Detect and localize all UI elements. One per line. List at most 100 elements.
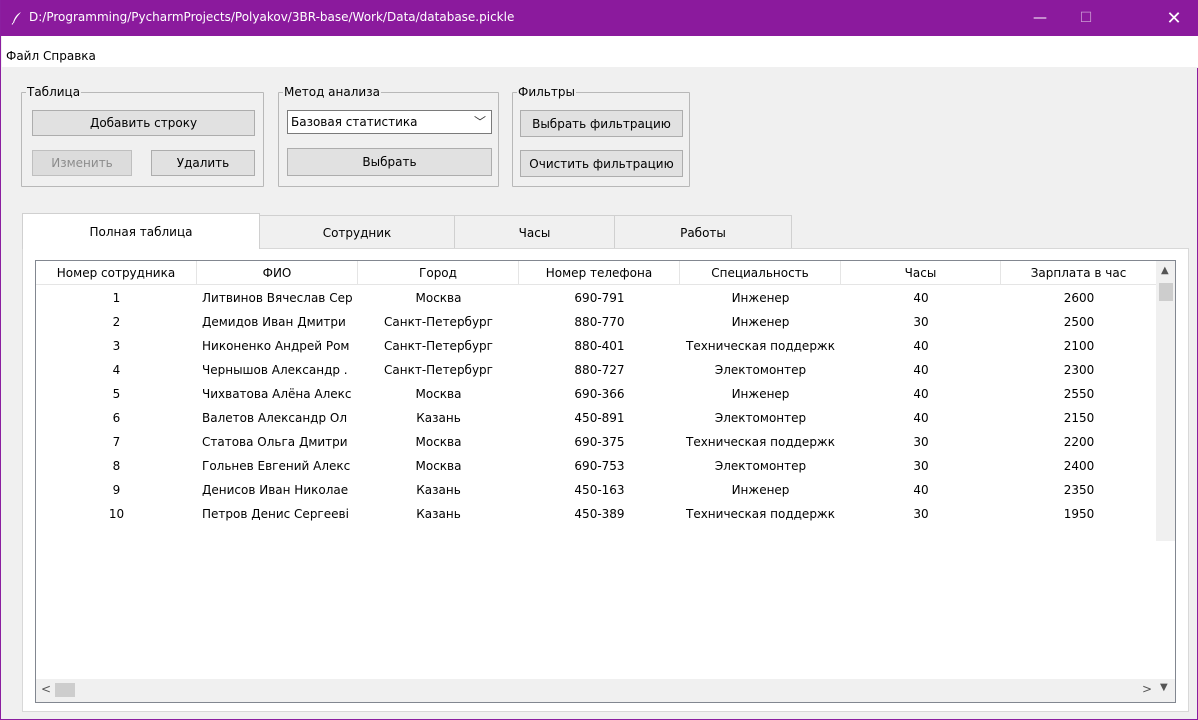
cell-hourly-rate: 2400: [1063, 459, 1095, 473]
filters-group: Фильтры Выбрать фильтрацию Очистить филь…: [512, 85, 690, 187]
filters-group-label: Фильтры: [517, 85, 576, 99]
table-row[interactable]: 5 Чихватова Алёна Алекс Москва 690-366 Инжен…: [36, 382, 1157, 406]
cell-employee-id: 3: [112, 339, 121, 353]
column-header-city[interactable]: Город: [358, 261, 519, 285]
select-method-button[interactable]: Выбрать: [287, 148, 492, 176]
app-window: D:/Programming/PycharmProjects/Polyakov/…: [0, 0, 1198, 720]
choose-filter-button[interactable]: Выбрать фильтрацию: [520, 110, 683, 137]
menu-help[interactable]: Справка: [43, 49, 96, 63]
add-row-button[interactable]: Добавить строку: [32, 110, 255, 136]
analysis-method-select[interactable]: Базовая статистика ﹀: [287, 110, 492, 134]
maximize-button[interactable]: ☐: [1063, 0, 1109, 36]
column-header-phone[interactable]: Номер телефона: [519, 261, 680, 285]
cell-employee-id: 9: [112, 483, 121, 497]
cell-hourly-rate: 1950: [1063, 507, 1095, 521]
edit-button[interactable]: Изменить: [32, 150, 132, 176]
cell-specialty: Техническая поддержк: [685, 339, 835, 353]
cell-name: Денисов Иван Николае: [202, 483, 349, 497]
cell-city: Москва: [415, 459, 462, 473]
cell-city: Санкт-Петербург: [384, 339, 493, 353]
cell-name: Статова Ольга Дмитри: [202, 435, 348, 449]
column-header-name[interactable]: ФИО: [197, 261, 358, 285]
cell-specialty: Электомонтер: [714, 459, 807, 473]
cell-specialty: Техническая поддержк: [685, 435, 835, 449]
cell-hours: 40: [913, 387, 929, 401]
table-row[interactable]: 2 Демидов Иван Дмитри Санкт-Петербург 880-7…: [36, 310, 1157, 334]
cell-phone: 450-163: [574, 483, 625, 497]
cell-phone: 880-401: [574, 339, 625, 353]
horizontal-scroll-thumb[interactable]: [55, 683, 75, 697]
cell-hourly-rate: 2200: [1063, 435, 1095, 449]
cell-name: Чернышов Александр .: [202, 363, 348, 377]
table-row[interactable]: 1 Литвинов Вячеслав Сер Москва 690-791 Инжен…: [36, 286, 1157, 310]
delete-button[interactable]: Удалить: [151, 150, 255, 176]
tab-employee[interactable]: Сотрудник: [259, 215, 455, 249]
cell-employee-id: 10: [108, 507, 125, 521]
cell-name: Петров Денис Сергееві: [202, 507, 349, 521]
table-row[interactable]: 3 Никоненко Андрей Ром Санкт-Петербург 880-…: [36, 334, 1157, 358]
scroll-left-icon[interactable]: <: [41, 682, 51, 696]
cell-phone: 880-727: [574, 363, 625, 377]
column-header-employee-id[interactable]: Номер сотрудника: [36, 261, 197, 285]
cell-specialty: Электомонтер: [714, 411, 807, 425]
table-row[interactable]: 6 Валетов Александр Ол Казань 450-891 Электо…: [36, 406, 1157, 430]
tab-works[interactable]: Работы: [614, 215, 792, 249]
cell-name: Никоненко Андрей Ром: [202, 339, 350, 353]
clear-filter-button[interactable]: Очистить фильтрацию: [520, 150, 683, 177]
window-title: D:/Programming/PycharmProjects/Polyakov/…: [29, 10, 515, 24]
cell-employee-id: 5: [112, 387, 121, 401]
cell-name: Литвинов Вячеслав Сер: [202, 291, 353, 305]
cell-specialty: Техническая поддержк: [685, 507, 835, 521]
maximize-icon: ☐: [1079, 10, 1093, 26]
cell-hourly-rate: 2100: [1063, 339, 1095, 353]
title-bar[interactable]: D:/Programming/PycharmProjects/Polyakov/…: [1, 0, 1198, 36]
cell-employee-id: 1: [112, 291, 121, 305]
table-header: Номер сотрудника ФИО Город Номер телефон…: [36, 261, 1157, 285]
cell-name: Валетов Александр Ол: [202, 411, 348, 425]
cell-hours: 40: [913, 411, 929, 425]
minimize-icon: —: [1033, 10, 1047, 26]
tab-full-table[interactable]: Полная таблица: [22, 213, 260, 249]
column-header-hourly-rate[interactable]: Зарплата в час: [1001, 261, 1157, 285]
close-icon: ✕: [1166, 7, 1182, 29]
analysis-group: Метод анализа Базовая статистика ﹀ Выбра…: [278, 85, 499, 187]
cell-specialty: Электомонтер: [714, 363, 807, 377]
cell-phone: 450-891: [574, 411, 625, 425]
cell-phone: 690-366: [574, 387, 625, 401]
table-row[interactable]: 9 Денисов Иван Николае Казань 450-163 Инжене…: [36, 478, 1157, 502]
cell-hours: 30: [913, 315, 929, 329]
cell-city: Санкт-Петербург: [384, 315, 493, 329]
cell-city: Санкт-Петербург: [384, 363, 493, 377]
cell-hours: 40: [913, 339, 929, 353]
table-group-label: Таблица: [26, 85, 82, 99]
cell-hourly-rate: 2500: [1063, 315, 1095, 329]
table-row[interactable]: 4 Чернышов Александр . Санкт-Петербург 880-…: [36, 358, 1157, 382]
cell-hourly-rate: 2300: [1063, 363, 1095, 377]
table-row[interactable]: 8 Гольнев Евгений Алекс Москва 690-753 Элект…: [36, 454, 1157, 478]
data-table[interactable]: Номер сотрудника ФИО Город Номер телефон…: [35, 260, 1176, 703]
vertical-scroll-thumb[interactable]: [1159, 283, 1173, 301]
menu-bar: Файл Справка: [2, 36, 1198, 68]
scroll-down-icon[interactable]: ▼: [1160, 682, 1168, 693]
column-header-specialty[interactable]: Специальность: [680, 261, 841, 285]
table-row[interactable]: 10 Петров Денис Сергееві Казань 450-389 Техн…: [36, 502, 1157, 526]
column-header-hours[interactable]: Часы: [841, 261, 1001, 285]
analysis-group-label: Метод анализа: [283, 85, 381, 99]
cell-city: Москва: [415, 387, 462, 401]
cell-city: Москва: [415, 291, 462, 305]
cell-employee-id: 4: [112, 363, 121, 377]
cell-employee-id: 8: [112, 459, 121, 473]
horizontal-scrollbar[interactable]: < > ▼: [36, 679, 1175, 702]
cell-city: Казань: [416, 483, 461, 497]
tab-hours[interactable]: Часы: [454, 215, 615, 249]
vertical-scrollbar[interactable]: ▲: [1156, 261, 1175, 541]
table-row[interactable]: 7 Статова Ольга Дмитри Москва 690-375 Технич…: [36, 430, 1157, 454]
cell-city: Казань: [416, 411, 461, 425]
cell-name: Чихватова Алёна Алекс: [202, 387, 352, 401]
minimize-button[interactable]: —: [1017, 0, 1063, 36]
close-button[interactable]: ✕: [1151, 0, 1197, 36]
menu-file[interactable]: Файл: [6, 49, 39, 63]
scroll-up-icon[interactable]: ▲: [1161, 265, 1169, 276]
scroll-right-icon[interactable]: >: [1142, 682, 1152, 696]
cell-specialty: Инженер: [731, 387, 790, 401]
